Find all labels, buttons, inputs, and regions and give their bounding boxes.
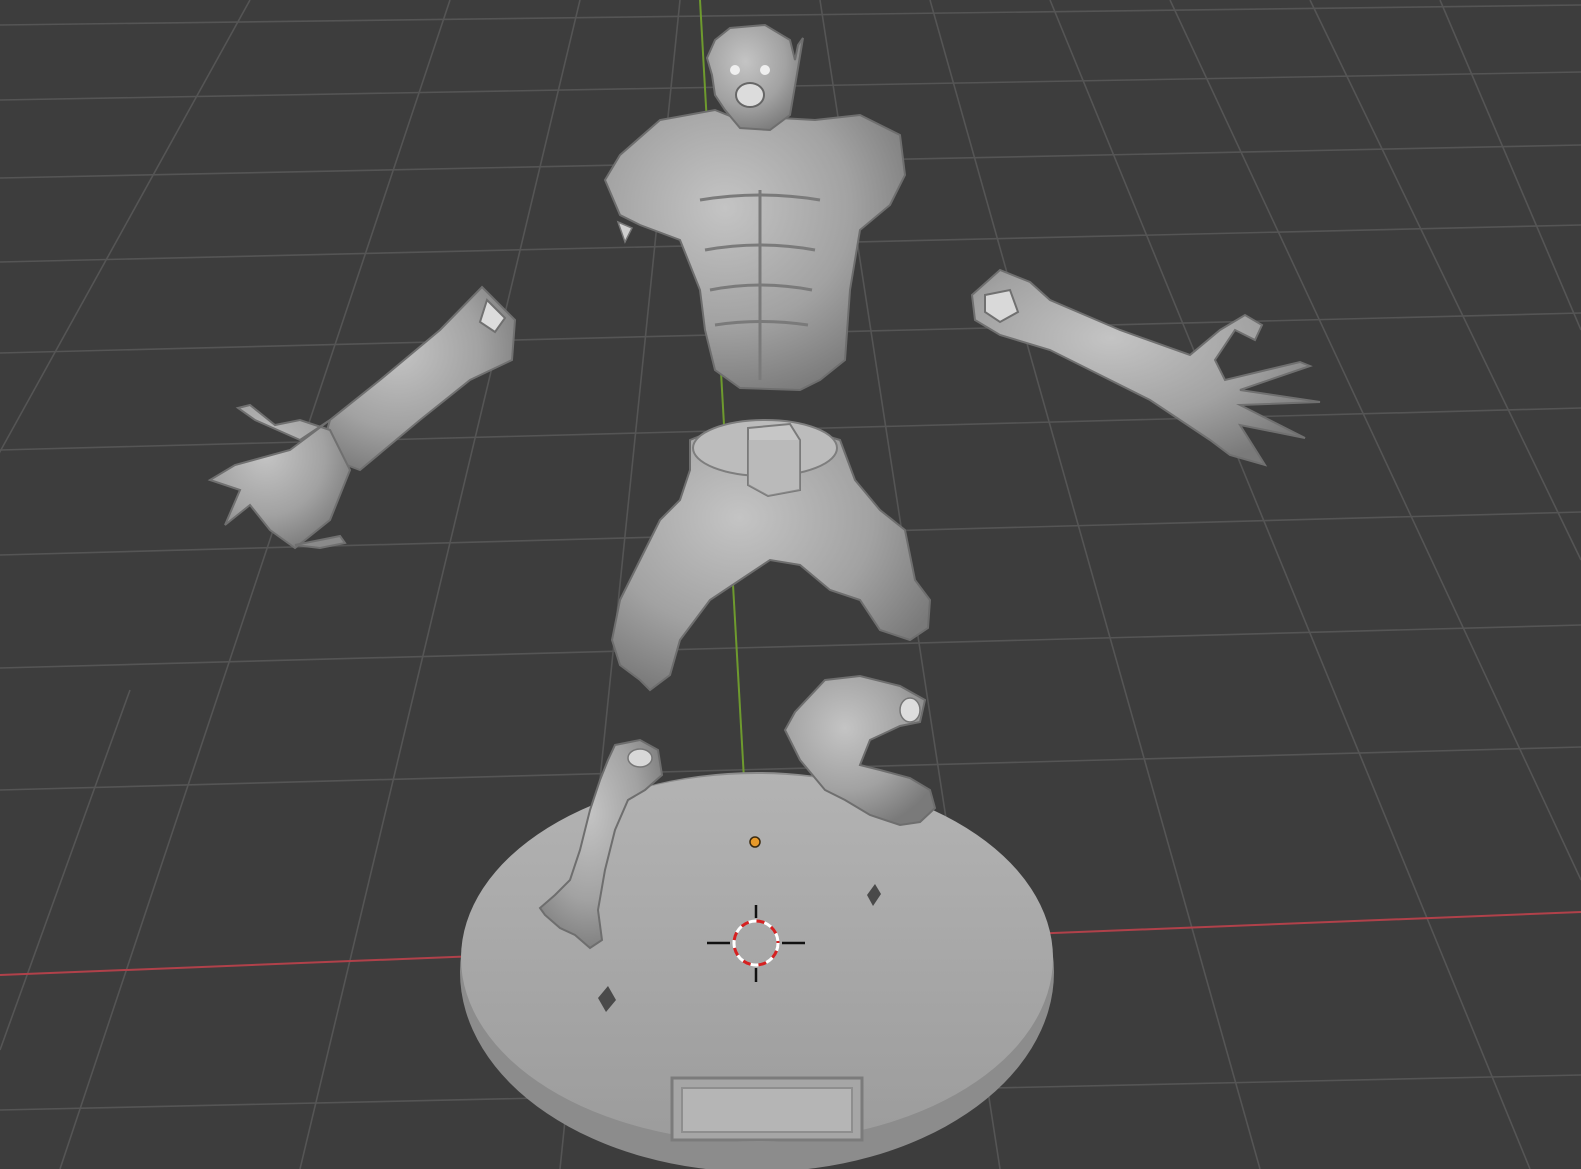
pelvis-legs[interactable] bbox=[610, 419, 932, 692]
viewport-canvas[interactable] bbox=[0, 0, 1581, 1169]
object-origin-icon[interactable] bbox=[749, 836, 761, 848]
torso-bust[interactable] bbox=[603, 23, 907, 392]
left-arm[interactable] bbox=[207, 285, 517, 550]
right-arm[interactable] bbox=[970, 268, 1321, 467]
3d-viewport[interactable] bbox=[0, 0, 1581, 1169]
